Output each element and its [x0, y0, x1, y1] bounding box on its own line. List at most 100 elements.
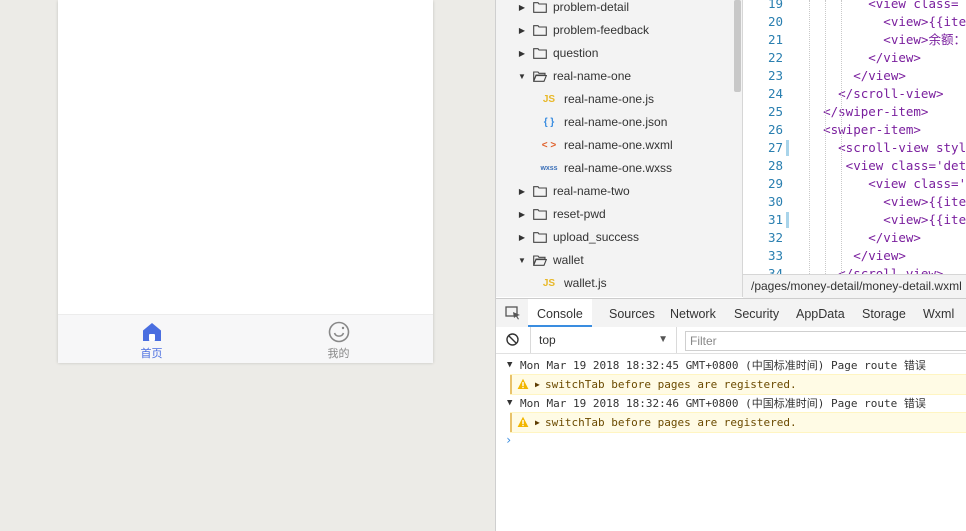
tree-folder[interactable]: ▶ problem-detail	[496, 0, 736, 19]
tree-file[interactable]: < > real-name-one.wxml	[496, 134, 736, 157]
tree-file[interactable]: { } real-name-one.json	[496, 111, 736, 134]
chevron-right-icon[interactable]: ▶	[517, 203, 527, 226]
tree-item-label: real-name-one	[553, 69, 632, 83]
code-line[interactable]: 27 <scroll-view styl	[743, 139, 966, 157]
tree-folder[interactable]: ▶ problem-feedback	[496, 19, 736, 42]
tree-folder[interactable]: ▼ wallet	[496, 249, 736, 272]
tab-profile-label: 我的	[327, 348, 350, 360]
chevron-down-icon[interactable]: ▼	[507, 394, 512, 413]
chevron-right-icon[interactable]: ▶	[517, 226, 527, 249]
code-text: <view>{{ite	[793, 194, 966, 209]
code-text: <view>{{ite	[793, 14, 966, 29]
code-editor[interactable]: 19 <view class= 20 <view>{{ite 21 <view>余额…	[743, 0, 966, 274]
indent-guide	[809, 0, 810, 274]
code-line[interactable]: 25 </swiper-item>	[743, 103, 966, 121]
tree-file[interactable]: JS wallet.js	[496, 272, 736, 295]
code-line[interactable]: 24 </scroll-view>	[743, 85, 966, 103]
line-number: 31	[767, 212, 783, 227]
file-tree-scrollbar[interactable]	[734, 0, 741, 92]
tree-folder[interactable]: ▶ question	[496, 42, 736, 65]
folder-icon	[533, 2, 547, 13]
chevron-right-icon[interactable]: ▶	[535, 413, 540, 432]
tab-storage[interactable]: Storage	[862, 299, 906, 327]
console-warning-row[interactable]: ▶ switchTab before pages are registered.	[510, 412, 966, 433]
chevron-right-icon[interactable]: ▶	[535, 375, 540, 394]
file-type-icon: < >	[541, 140, 557, 151]
chevron-down-icon[interactable]: ▼	[517, 249, 527, 272]
code-line[interactable]: 33 </view>	[743, 247, 966, 265]
code-line[interactable]: 32 </view>	[743, 229, 966, 247]
code-line[interactable]: 22 </view>	[743, 49, 966, 67]
line-number: 26	[767, 122, 783, 137]
clear-console-icon[interactable]	[506, 333, 519, 346]
tree-item-label: problem-detail	[553, 0, 630, 14]
code-line[interactable]: 29 <view class='	[743, 175, 966, 193]
console-group-text: Mon Mar 19 2018 18:32:45 GMT+0800 (中国标准时…	[520, 359, 926, 372]
console-filter-input[interactable]	[685, 331, 966, 351]
chevron-right-icon[interactable]: ▶	[517, 19, 527, 42]
line-number: 24	[767, 86, 783, 101]
simulator-screen: 首页 我的	[58, 0, 433, 363]
line-number: 20	[767, 14, 783, 29]
line-number: 21	[767, 32, 783, 47]
tree-folder[interactable]: ▶ real-name-two	[496, 180, 736, 203]
tree-folder[interactable]: ▶ reset-pwd	[496, 203, 736, 226]
folder-icon	[533, 48, 547, 59]
code-text: <view class=	[793, 0, 959, 11]
code-line[interactable]: 21 <view>余额：	[743, 31, 966, 49]
chevron-right-icon[interactable]: ▶	[517, 180, 527, 203]
tab-profile[interactable]: 我的	[245, 315, 432, 363]
tab-console[interactable]: Console	[528, 299, 592, 327]
tab-sources[interactable]: Sources	[609, 299, 655, 327]
line-number: 30	[767, 194, 783, 209]
console-group-header[interactable]: ▼ Mon Mar 19 2018 18:32:46 GMT+0800 (中国标准…	[496, 394, 966, 413]
tree-item-label: real-name-two	[553, 184, 630, 198]
code-line[interactable]: 28 <view class='det	[743, 157, 966, 175]
code-line[interactable]: 31 <view>{{ite	[743, 211, 966, 229]
tree-file[interactable]: wxss real-name-one.wxss	[496, 157, 736, 180]
tree-folder[interactable]: ▶ upload_success	[496, 226, 736, 249]
code-text: <view>余额：	[793, 32, 966, 47]
devtools-tab-bar: Console Sources Network Security AppData Stor…	[496, 298, 966, 328]
tree-item-label: question	[553, 46, 599, 60]
tree-item-label: real-name-one.wxss	[564, 161, 673, 175]
code-text: <view class='det	[793, 158, 966, 173]
code-line[interactable]: 19 <view class=	[743, 0, 966, 13]
console-toolbar: top ▼	[496, 327, 966, 354]
folder-icon	[533, 25, 547, 36]
chevron-right-icon[interactable]: ▶	[517, 0, 527, 19]
console-prompt[interactable]: ›	[505, 433, 512, 447]
line-number: 27	[767, 140, 783, 155]
indent-guide	[841, 0, 842, 274]
inspect-element-icon[interactable]	[505, 306, 521, 320]
line-number: 33	[767, 248, 783, 263]
code-text: <view>{{ite	[793, 212, 966, 227]
code-text: </view>	[793, 230, 921, 245]
profile-icon	[328, 321, 350, 343]
tab-wxml[interactable]: Wxml	[923, 299, 954, 327]
tree-folder[interactable]: ▼ real-name-one	[496, 65, 736, 88]
tab-network[interactable]: Network	[670, 299, 716, 327]
tab-appdata[interactable]: AppData	[796, 299, 845, 327]
file-type-icon: wxss	[540, 165, 558, 172]
warning-text: switchTab before pages are registered.	[545, 416, 797, 429]
code-line[interactable]: 30 <view>{{ite	[743, 193, 966, 211]
console-group-header[interactable]: ▼ Mon Mar 19 2018 18:32:45 GMT+0800 (中国标准…	[496, 356, 966, 375]
code-line[interactable]: 20 <view>{{ite	[743, 13, 966, 31]
code-line[interactable]: 23 </view>	[743, 67, 966, 85]
chevron-down-icon[interactable]: ▼	[517, 65, 527, 88]
folder-open-icon	[533, 255, 547, 266]
code-line[interactable]: 26 <swiper-item>	[743, 121, 966, 139]
console-group-text: Mon Mar 19 2018 18:32:46 GMT+0800 (中国标准时…	[520, 397, 926, 410]
console-warning-row[interactable]: ▶ switchTab before pages are registered.	[510, 374, 966, 395]
tree-file[interactable]: JS real-name-one.js	[496, 88, 736, 111]
chevron-down-icon[interactable]: ▼	[507, 356, 512, 375]
code-line[interactable]: 34 </scroll-view>	[743, 265, 966, 274]
context-selector[interactable]: top ▼	[530, 327, 677, 353]
tab-home[interactable]: 首页	[58, 315, 245, 363]
chevron-right-icon[interactable]: ▶	[517, 42, 527, 65]
folder-icon	[533, 209, 547, 220]
file-type-icon: { }	[543, 117, 555, 128]
tab-security[interactable]: Security	[734, 299, 779, 327]
tree-item-label: problem-feedback	[553, 23, 650, 37]
